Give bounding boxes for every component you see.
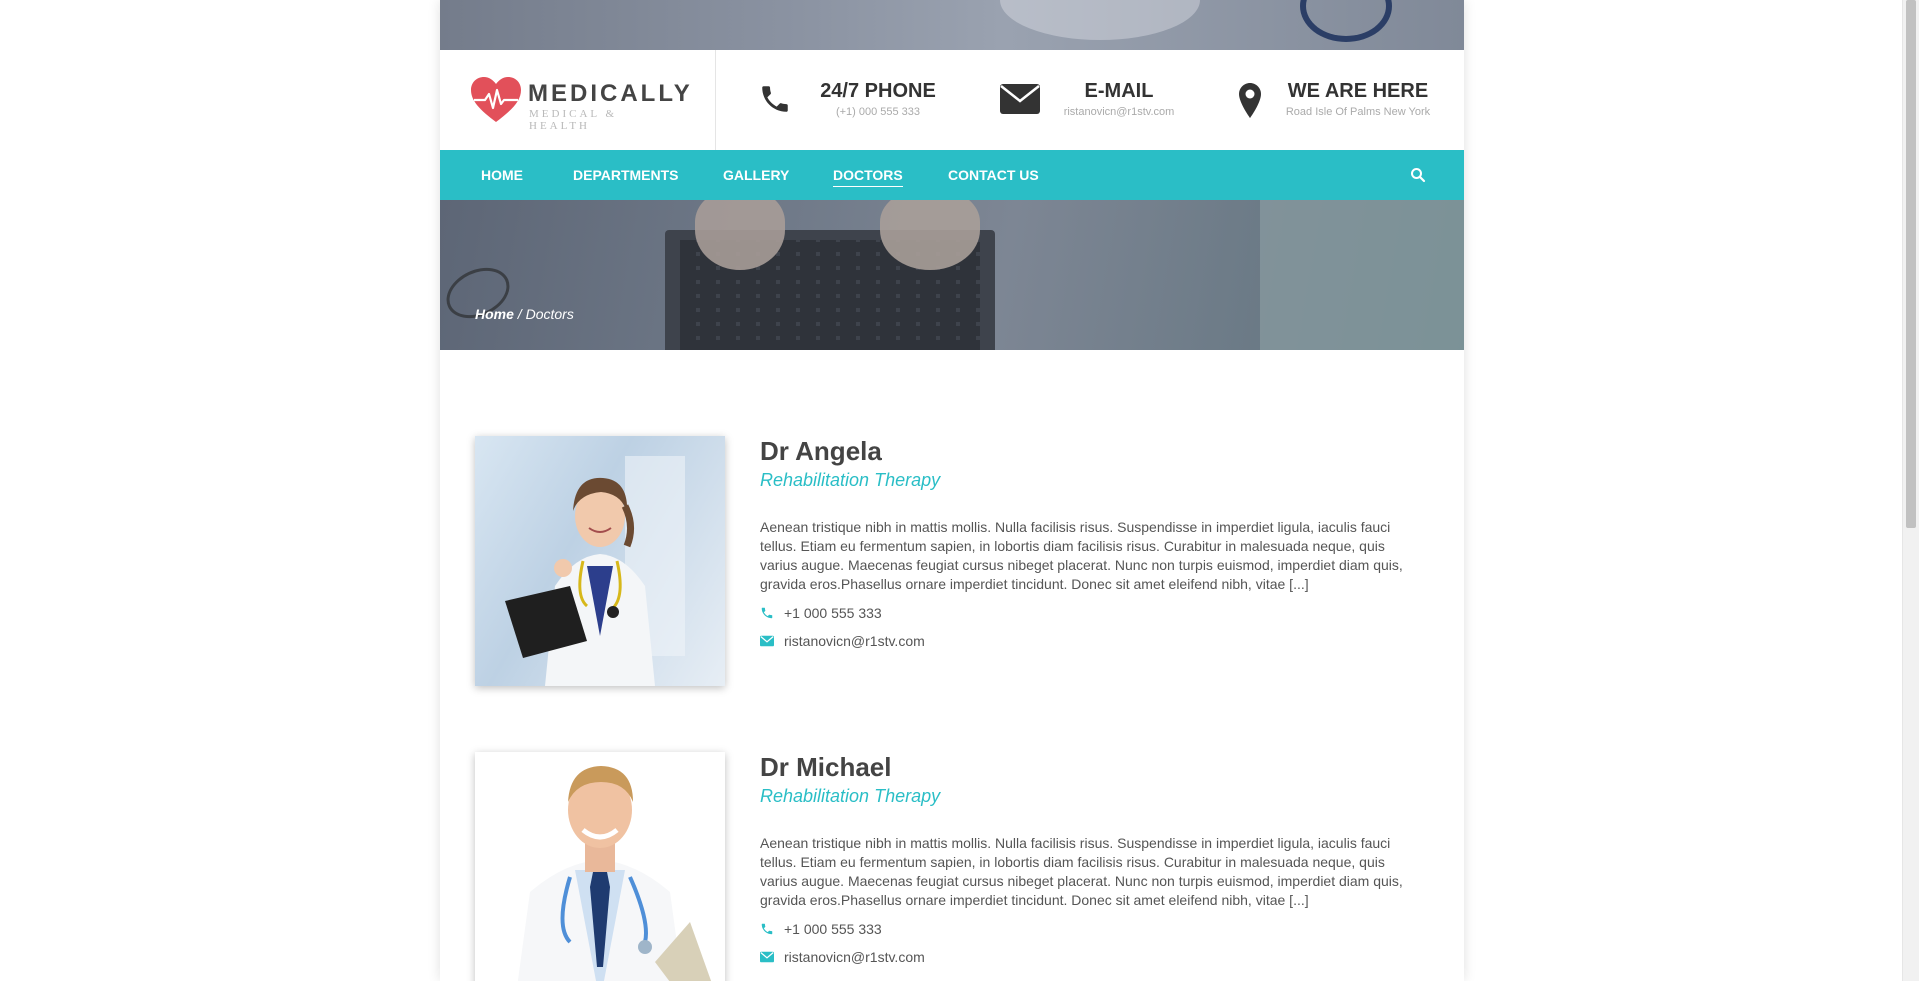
site-logo[interactable]: MEDICALLY MEDICAL & HEALTH	[470, 76, 690, 132]
phone-icon	[762, 86, 788, 112]
contact-phone[interactable]: 24/7 PHONE (+1) 000 555 333	[758, 78, 948, 124]
search-icon[interactable]	[1410, 167, 1426, 183]
doctor-email-text: ristanovicn@r1stv.com	[784, 633, 925, 649]
main-nav: HOME DEPARTMENTS GALLERY DOCTORS CONTACT…	[440, 150, 1464, 200]
page-scrollbar[interactable]	[1902, 0, 1919, 981]
page-hero: Home / Doctors	[440, 200, 1464, 350]
header-divider	[715, 50, 716, 150]
nav-doctors[interactable]: DOCTORS	[833, 167, 903, 187]
email-address: ristanovicn@r1stv.com	[1063, 106, 1175, 118]
map-pin-icon	[1239, 83, 1261, 118]
logo-tagline: MEDICAL & HEALTH	[529, 108, 618, 132]
doctor-email-text: ristanovicn@r1stv.com	[784, 949, 925, 965]
breadcrumb-home[interactable]: Home	[475, 306, 514, 322]
nav-contact-us[interactable]: CONTACT US	[948, 167, 1039, 183]
doctor-bio: Aenean tristique nibh in mattis mollis. …	[760, 835, 1403, 908]
doctor-bio: Aenean tristique nibh in mattis mollis. …	[760, 519, 1403, 592]
contact-email[interactable]: E-MAIL ristanovicn@r1stv.com	[999, 78, 1199, 124]
phone-icon	[761, 607, 773, 619]
email-title: E-MAIL	[1084, 80, 1154, 102]
location-title: WE ARE HERE	[1287, 80, 1429, 102]
location-address: Road Isle Of Palms New York	[1285, 106, 1431, 118]
doctor-name[interactable]: Dr Angela	[760, 436, 882, 467]
doctor-specialty: Rehabilitation Therapy	[760, 786, 941, 806]
doctor-specialty: Rehabilitation Therapy	[760, 470, 941, 490]
phone-title: 24/7 PHONE	[820, 80, 936, 102]
site-header: MEDICALLY MEDICAL & HEALTH 24/7 PHONE (+…	[440, 50, 1464, 150]
envelope-icon	[760, 951, 774, 963]
top-banner-image	[440, 0, 1464, 50]
phone-icon	[761, 923, 773, 935]
doctor-card: Dr Angela Rehabilitation Therapy Aenean …	[475, 436, 1435, 696]
envelope-icon	[760, 635, 774, 647]
nav-departments[interactable]: DEPARTMENTS	[573, 167, 679, 183]
breadcrumb: Home / Doctors	[475, 306, 574, 322]
breadcrumb-separator: /	[517, 306, 522, 322]
nav-home[interactable]: HOME	[481, 167, 523, 183]
doctor-card: Dr Michael Rehabilitation Therapy Aenean…	[475, 752, 1435, 981]
doctor-photo[interactable]	[475, 752, 725, 981]
logo-name: MEDICALLY	[528, 80, 693, 107]
page-container: MEDICALLY MEDICAL & HEALTH 24/7 PHONE (+…	[440, 0, 1464, 981]
breadcrumb-current: Doctors	[525, 306, 574, 322]
doctor-photo[interactable]	[475, 436, 725, 686]
doctor-phone-text: +1 000 555 333	[784, 605, 882, 621]
doctor-phone-text: +1 000 555 333	[784, 921, 882, 937]
heart-pulse-icon	[471, 77, 521, 122]
scrollbar-thumb[interactable]	[1906, 0, 1916, 528]
doctor-name[interactable]: Dr Michael	[760, 752, 892, 783]
nav-gallery[interactable]: GALLERY	[723, 167, 789, 183]
phone-number: (+1) 000 555 333	[835, 106, 921, 118]
contact-location[interactable]: WE ARE HERE Road Isle Of Palms New York	[1238, 78, 1458, 124]
envelope-icon	[1000, 84, 1040, 114]
